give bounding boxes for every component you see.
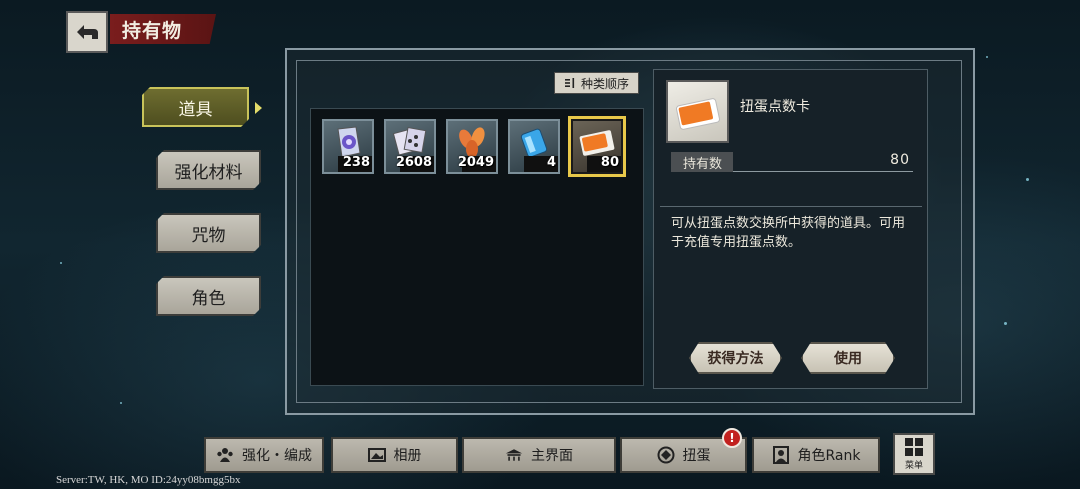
nav-label: 角色Rank bbox=[797, 448, 861, 464]
gacha-icon bbox=[657, 446, 675, 464]
held-count-value: 80 bbox=[890, 152, 910, 168]
obtain-method-button[interactable]: 获得方法 bbox=[689, 342, 782, 374]
held-count-divider bbox=[733, 171, 913, 172]
tab-characters[interactable]: 角色 bbox=[156, 276, 261, 316]
nav-enhance-formation[interactable]: 强化・编成 bbox=[204, 437, 324, 473]
nav-character-rank[interactable]: 角色Rank bbox=[752, 437, 880, 473]
star-decoration bbox=[986, 56, 988, 58]
held-count-label: 持有数 bbox=[671, 152, 733, 172]
item-count: 2049 bbox=[457, 155, 494, 170]
description-divider bbox=[660, 206, 922, 207]
gacha-alert-badge: ! bbox=[722, 428, 742, 448]
nav-label: 扭蛋 bbox=[682, 448, 711, 464]
nav-label: 主界面 bbox=[531, 448, 573, 464]
star-decoration bbox=[60, 262, 62, 264]
inventory-item-selected[interactable]: 80 bbox=[571, 119, 623, 174]
menu-button[interactable]: 菜单 bbox=[893, 433, 935, 475]
page-title: 持有物 bbox=[110, 14, 216, 44]
detail-item-image bbox=[666, 80, 729, 143]
detail-item-name: 扭蛋点数卡 bbox=[740, 99, 810, 115]
character-icon bbox=[772, 446, 790, 464]
inventory-item[interactable]: 2049 bbox=[446, 119, 498, 174]
inventory-item[interactable]: 4 bbox=[508, 119, 560, 174]
party-icon bbox=[216, 446, 234, 464]
tab-curses[interactable]: 咒物 bbox=[156, 213, 261, 253]
star-decoration bbox=[1004, 322, 1007, 325]
home-icon bbox=[505, 446, 523, 464]
item-count: 4 bbox=[546, 155, 556, 170]
sort-label: 种类顺序 bbox=[580, 76, 629, 91]
nav-label: 强化・编成 bbox=[242, 448, 312, 464]
star-decoration bbox=[120, 402, 122, 404]
album-icon bbox=[367, 446, 386, 464]
sort-button[interactable]: 种类顺序 bbox=[554, 72, 639, 94]
grid-menu-icon bbox=[905, 438, 923, 456]
item-count: 238 bbox=[342, 155, 370, 170]
inventory-item[interactable]: 2608 bbox=[384, 119, 436, 174]
sort-icon bbox=[564, 78, 575, 88]
item-count: 2608 bbox=[395, 155, 432, 170]
item-count: 80 bbox=[600, 155, 619, 170]
active-tab-arrow-icon bbox=[255, 102, 262, 114]
inventory-item[interactable]: 238 bbox=[322, 119, 374, 174]
item-description: 可从扭蛋点数交换所中获得的道具。可用于充值专用扭蛋点数。 bbox=[671, 216, 906, 250]
gacha-card-icon bbox=[675, 97, 720, 130]
nav-label: 相册 bbox=[393, 448, 422, 464]
tab-items[interactable]: 道具 bbox=[142, 87, 249, 127]
back-arrow-icon bbox=[77, 25, 98, 39]
menu-label: 菜单 bbox=[904, 461, 923, 471]
tab-enhance-materials[interactable]: 强化材料 bbox=[156, 150, 261, 190]
server-info: Server:TW, HK, MO ID:24yy08bmgg5bx bbox=[56, 474, 241, 486]
back-button[interactable] bbox=[66, 11, 108, 53]
nav-main-screen[interactable]: 主界面 bbox=[462, 437, 616, 473]
nav-album[interactable]: 相册 bbox=[331, 437, 458, 473]
use-button[interactable]: 使用 bbox=[801, 342, 895, 374]
star-decoration bbox=[1026, 178, 1029, 181]
